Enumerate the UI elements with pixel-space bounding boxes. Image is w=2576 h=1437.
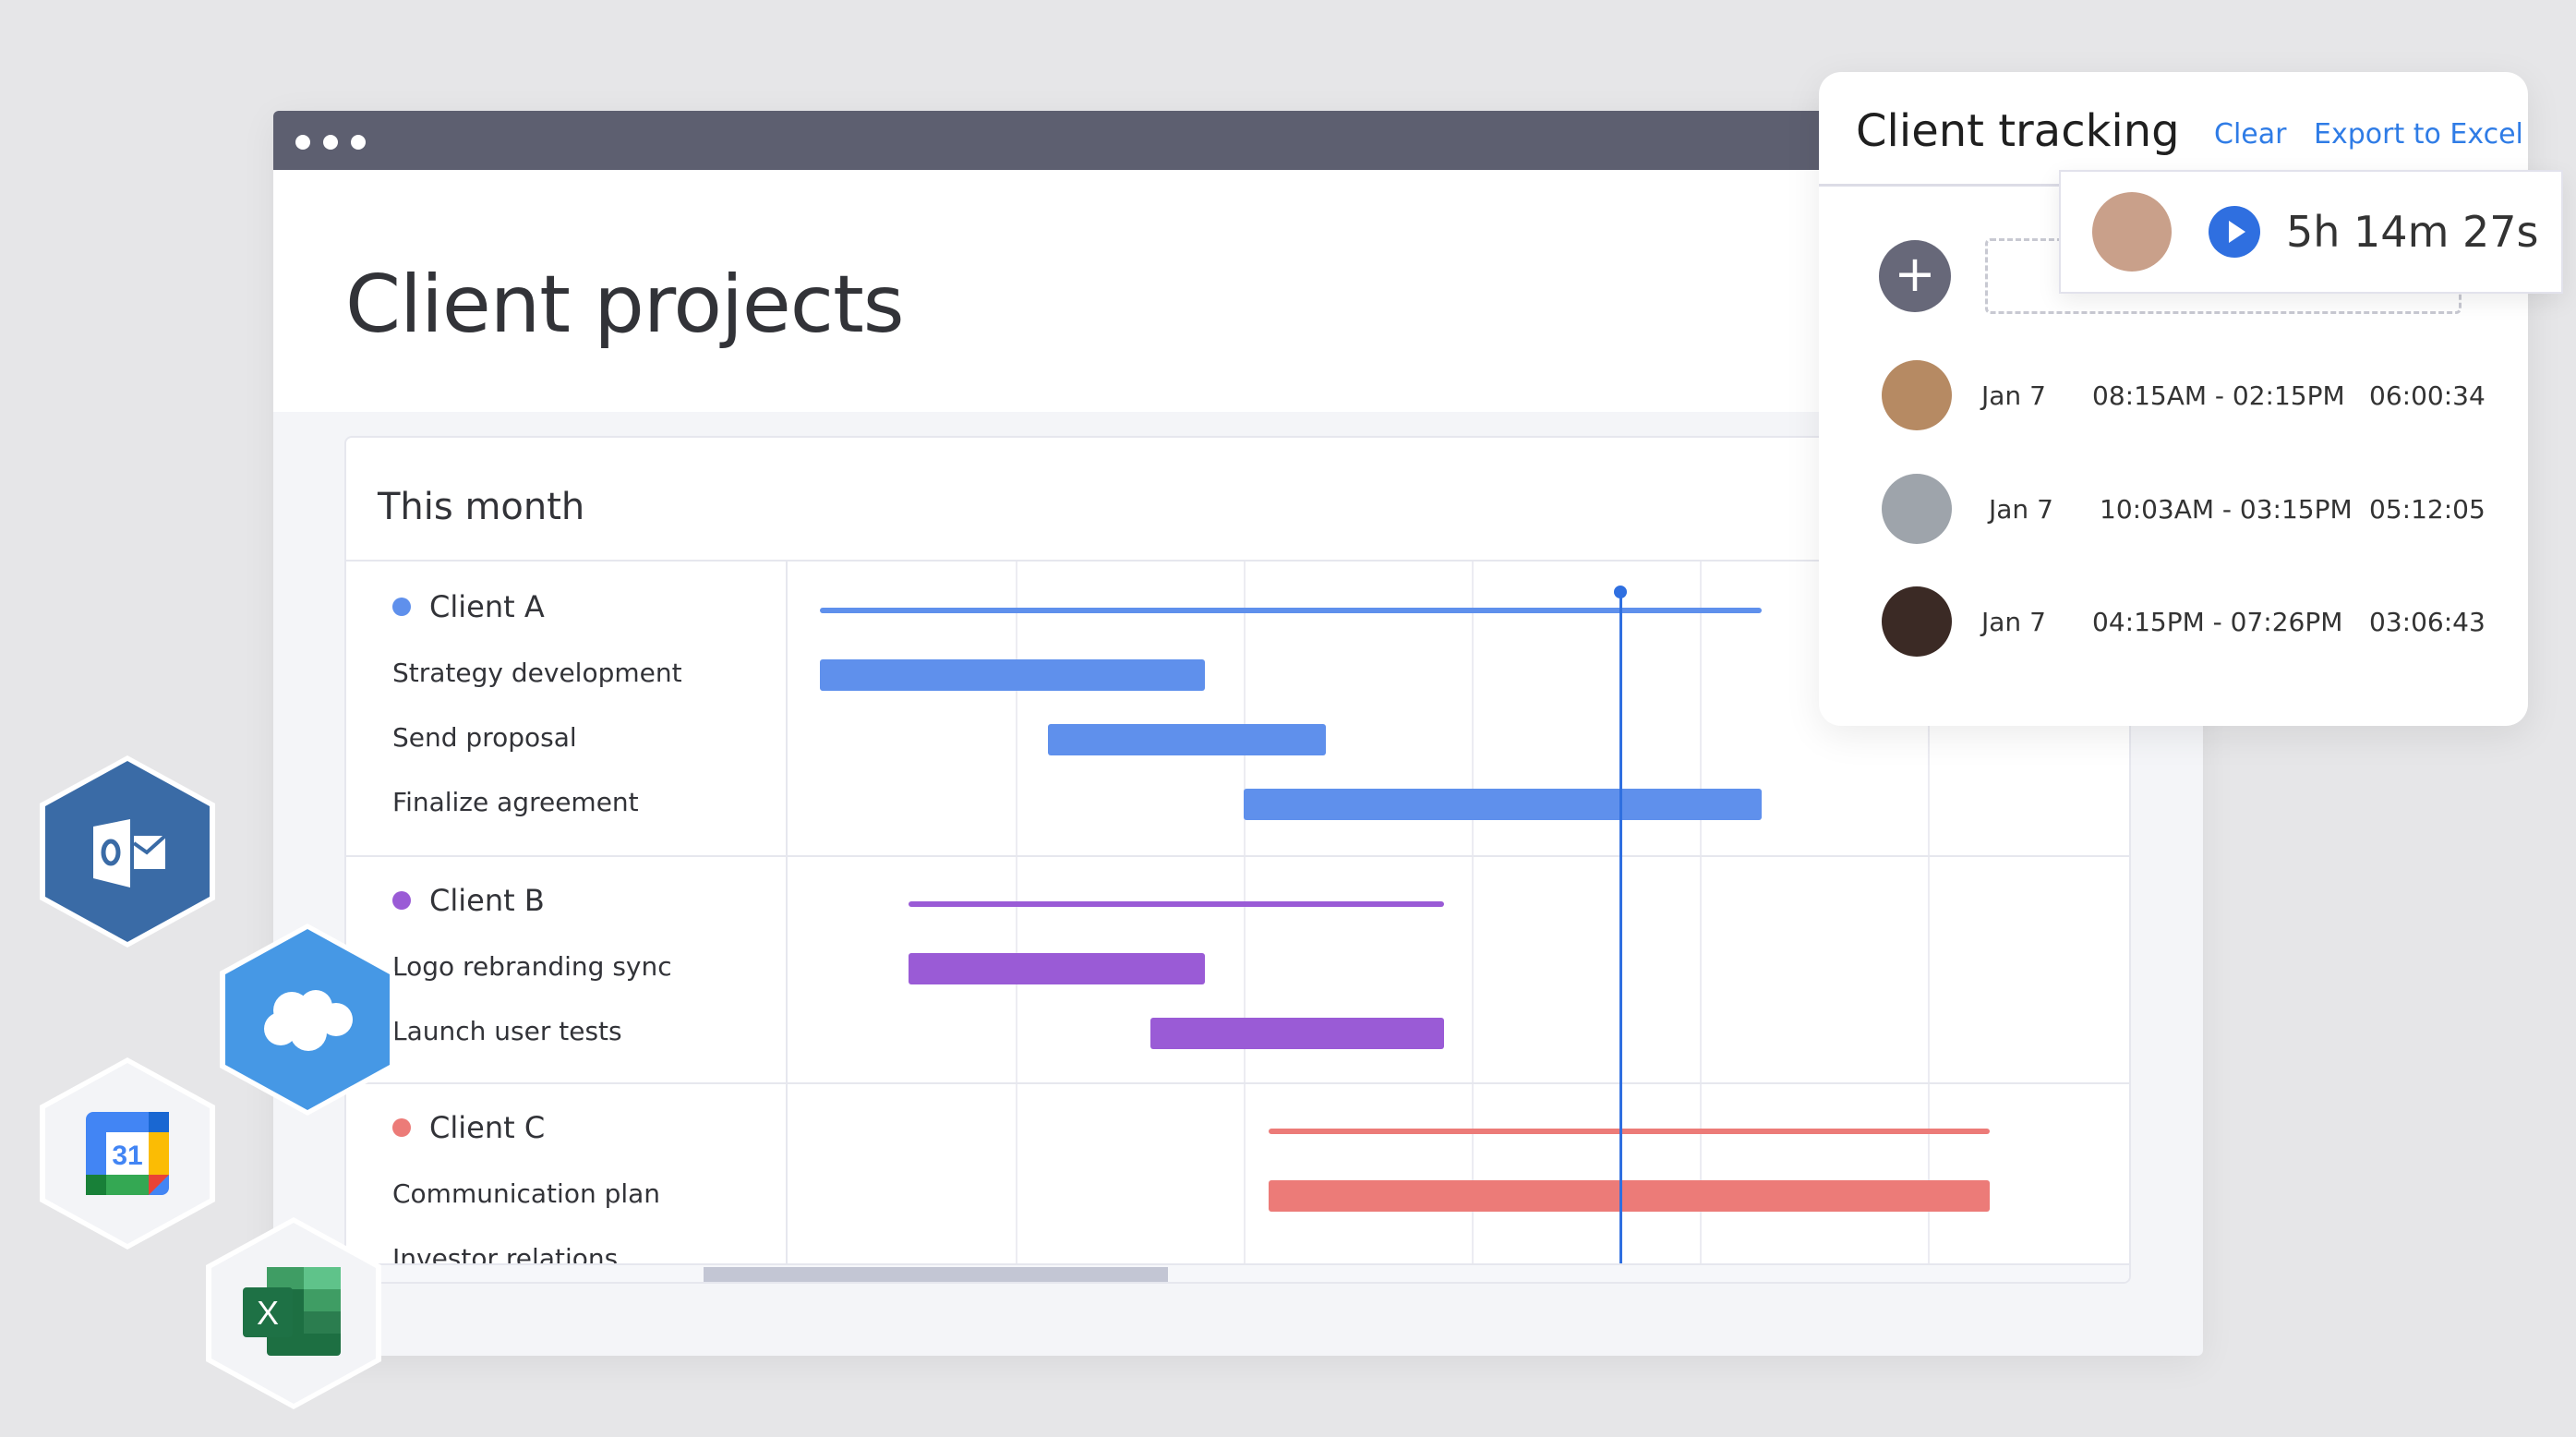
cloud-icon	[264, 990, 353, 1051]
task-label[interactable]: Launch user tests	[392, 1016, 622, 1046]
group-name: Client A	[429, 589, 545, 624]
task-bar[interactable]	[1047, 724, 1326, 755]
outlook-glyph-icon	[93, 819, 167, 888]
client-tracking-title: Client tracking	[1856, 105, 2180, 157]
group-summary-bar[interactable]	[1269, 1129, 1990, 1134]
task-bar[interactable]	[908, 953, 1205, 984]
time-entry-row[interactable]: Jan 7 10:03AM - 03:15PM 05:12:05	[1882, 474, 2491, 544]
task-bar[interactable]	[1244, 789, 1762, 820]
clear-button[interactable]: Clear	[2214, 118, 2286, 151]
play-icon[interactable]	[2209, 206, 2260, 258]
calendar-day-label: 31	[112, 1141, 142, 1171]
active-timer-card: 5h 14m 27s	[2059, 170, 2563, 294]
calendar-icon: 31	[86, 1112, 169, 1195]
avatar	[1882, 586, 1952, 657]
entry-time-range: 04:15PM - 07:26PM	[2092, 606, 2343, 637]
gantt-gridline	[1700, 562, 1702, 1267]
group-divider	[346, 855, 2129, 857]
window-dot-icon[interactable]	[351, 135, 366, 150]
gantt-gridline	[1472, 562, 1474, 1267]
task-bar[interactable]	[1269, 1180, 1990, 1212]
task-label[interactable]: Logo rebranding sync	[392, 951, 672, 982]
window-dot-icon[interactable]	[323, 135, 338, 150]
avatar	[2092, 192, 2172, 272]
group-color-dot-icon	[392, 1118, 411, 1137]
group-name: Client B	[429, 883, 545, 918]
plus-icon: +	[1894, 245, 1936, 303]
entry-time-range: 08:15AM - 02:15PM	[2092, 380, 2345, 411]
time-entry-row[interactable]: Jan 7 04:15PM - 07:26PM 03:06:43	[1882, 586, 2491, 657]
entry-duration: 06:00:34	[2369, 380, 2486, 411]
today-marker-line	[1619, 591, 1622, 1267]
group-summary-bar[interactable]	[908, 901, 1445, 907]
horizontal-scrollbar[interactable]	[346, 1263, 2129, 1282]
entry-date: Jan 7	[1981, 380, 2046, 411]
spreadsheet-icon: X	[243, 1267, 341, 1356]
task-bar[interactable]	[1150, 1018, 1445, 1049]
task-bar[interactable]	[819, 659, 1205, 691]
group-divider	[346, 1082, 2129, 1084]
avatar	[1882, 360, 1952, 430]
group-color-dot-icon	[392, 891, 411, 910]
entry-time-range: 10:03AM - 03:15PM	[2100, 493, 2353, 525]
timeline-card-title: This month	[378, 486, 585, 528]
today-marker-dot-icon	[1613, 586, 1627, 598]
page-title: Client projects	[345, 259, 905, 351]
export-to-excel-button[interactable]: Export to Excel	[2314, 118, 2523, 151]
horizontal-scrollbar-thumb[interactable]	[704, 1267, 1169, 1282]
group-label[interactable]: Client C	[392, 1110, 545, 1145]
time-entry-row[interactable]: Jan 7 08:15AM - 02:15PM 06:00:34	[1882, 360, 2491, 430]
task-label[interactable]: Send proposal	[392, 722, 577, 753]
group-color-dot-icon	[392, 598, 411, 616]
timer-value: 5h 14m 27s	[2286, 207, 2539, 257]
excel-letter: X	[257, 1294, 279, 1332]
add-entry-button[interactable]: +	[1879, 240, 1951, 312]
entry-date: Jan 7	[1981, 606, 2046, 637]
group-label[interactable]: Client B	[392, 883, 545, 918]
task-label[interactable]: Strategy development	[392, 658, 682, 688]
task-label[interactable]: Communication plan	[392, 1178, 660, 1209]
group-label[interactable]: Client A	[392, 589, 545, 624]
window-dot-icon[interactable]	[295, 135, 310, 150]
gantt-gridline	[1244, 562, 1246, 1267]
avatar	[1882, 474, 1952, 544]
task-label[interactable]: Finalize agreement	[392, 787, 639, 817]
entry-duration: 03:06:43	[2369, 606, 2486, 637]
entry-duration: 05:12:05	[2369, 493, 2486, 525]
group-name: Client C	[429, 1110, 546, 1145]
entry-date: Jan 7	[1989, 493, 2053, 525]
